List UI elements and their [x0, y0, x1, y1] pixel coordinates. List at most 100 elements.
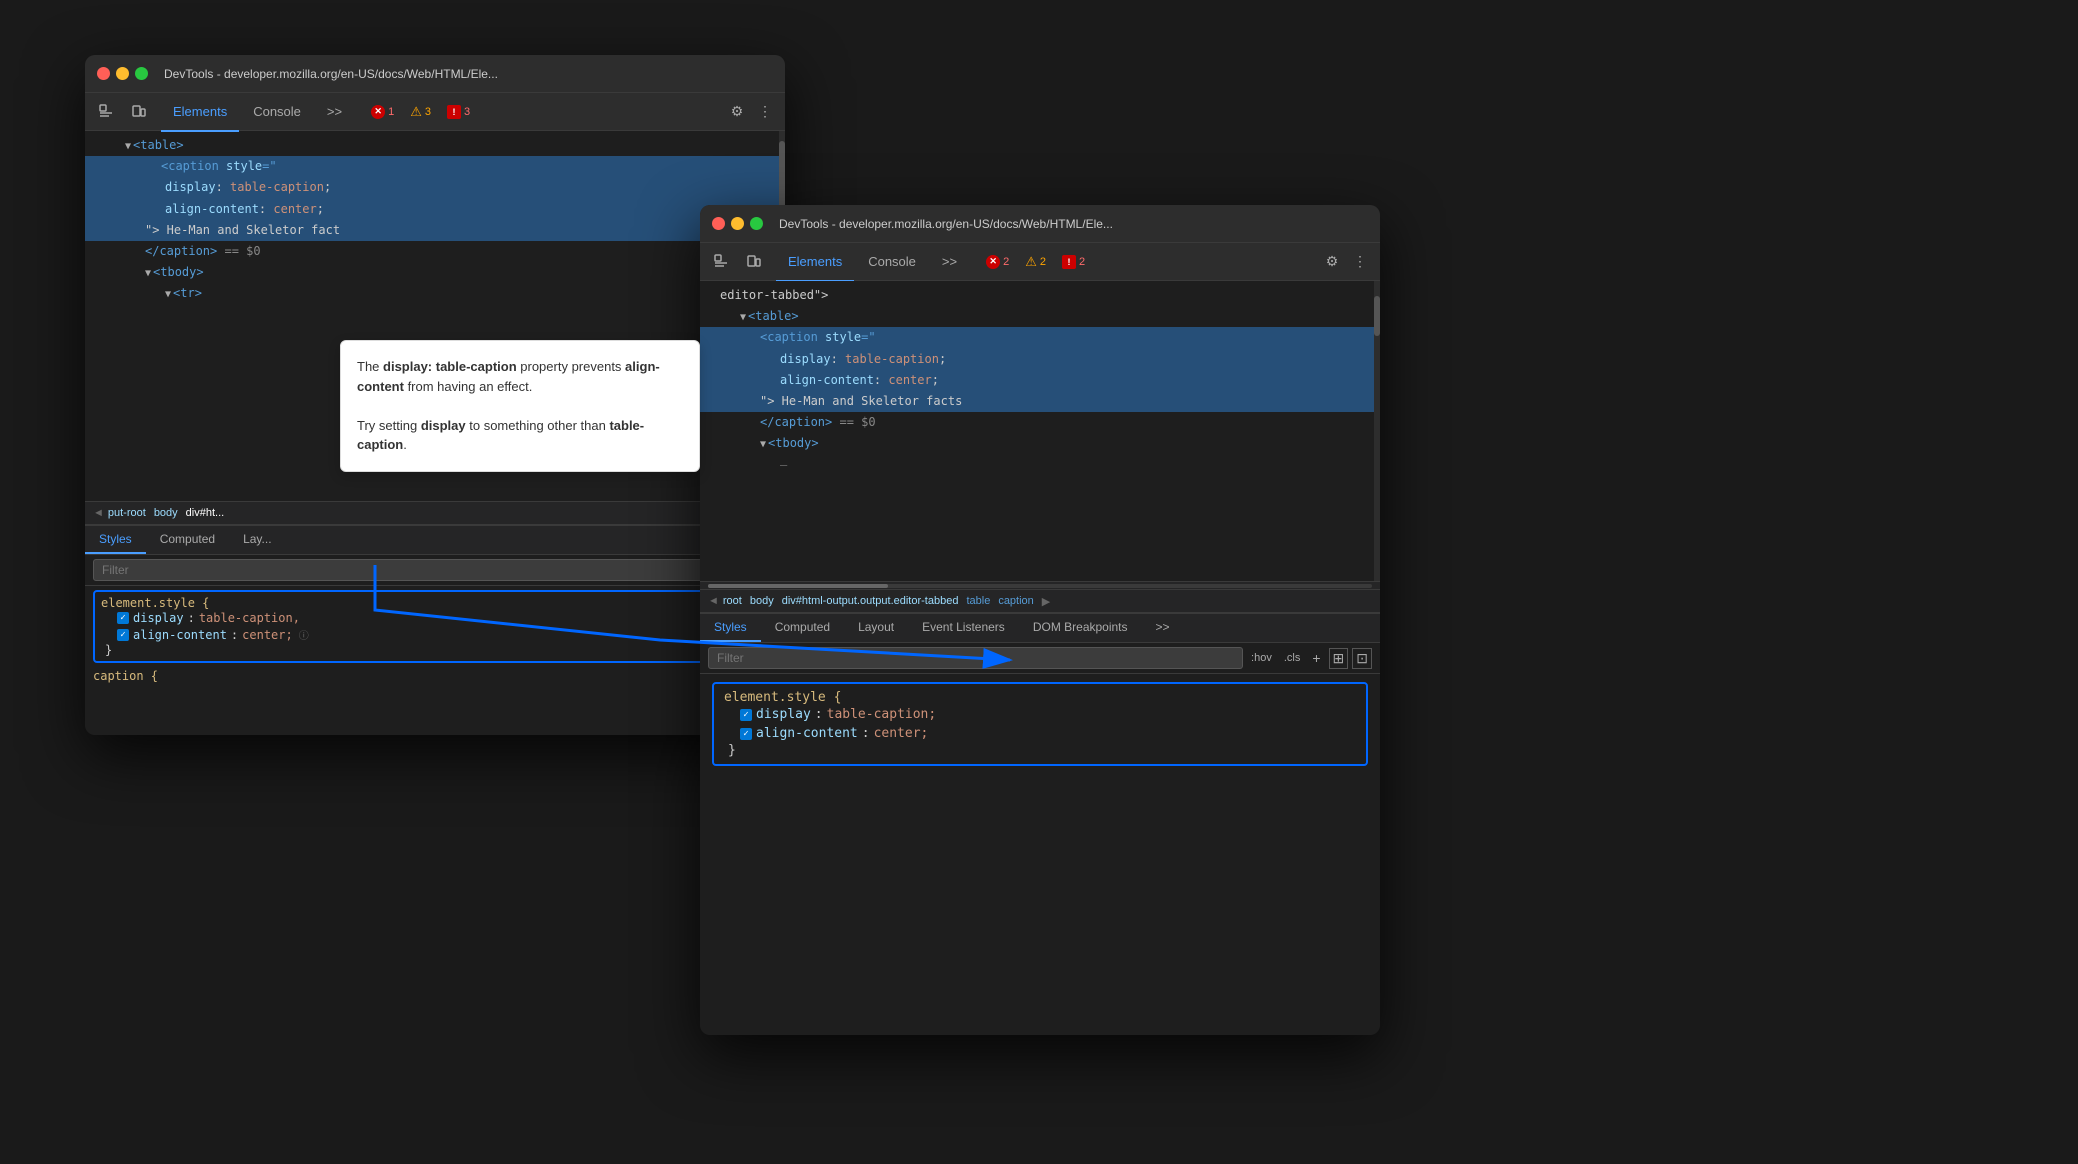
- warning-icon-2: ⚠: [1025, 254, 1037, 270]
- html-line-tr[interactable]: ▼<tr>: [85, 283, 785, 304]
- device-icon-2[interactable]: [740, 248, 768, 276]
- minimize-button-2[interactable]: [731, 217, 744, 230]
- scrollbar-thumb-2[interactable]: [1374, 296, 1380, 336]
- hov-button[interactable]: :hov: [1247, 650, 1276, 666]
- error-icon-1: ✕: [371, 105, 385, 119]
- html-line-caption-text-2[interactable]: "> He-Man and Skeletor facts: [700, 391, 1380, 412]
- html-line-caption-text[interactable]: "> He-Man and Skeletor fact: [85, 220, 785, 241]
- close-button-1[interactable]: [97, 67, 110, 80]
- hscroll-thumb[interactable]: [708, 584, 888, 588]
- css-property-line-align-1: align-content : center; ⓘ: [101, 626, 769, 643]
- breadcrumb-div-2[interactable]: div#html-output.output.editor-tabbed: [782, 595, 959, 607]
- css-checkbox-align-1[interactable]: [117, 629, 129, 641]
- tab-more-2[interactable]: >>: [930, 244, 969, 282]
- css-prop-display-2: display: [756, 707, 811, 722]
- html-line-align-2[interactable]: align-content: center;: [700, 370, 1380, 391]
- styles-section-2: Styles Computed Layout Event Listeners D…: [700, 613, 1380, 1035]
- tab-elements-1[interactable]: Elements: [161, 94, 239, 132]
- tooltip-text-2: Try setting display to something other t…: [357, 416, 683, 455]
- inspect-icon[interactable]: [93, 98, 121, 126]
- html-line-align[interactable]: align-content: center;: [85, 199, 785, 220]
- grid-icon-button[interactable]: ⊞: [1329, 648, 1349, 669]
- html-line-tbody[interactable]: ▼<tbody>: [85, 262, 785, 283]
- css-checkbox-align-2[interactable]: [740, 728, 752, 740]
- html-line-caption-open-2[interactable]: <caption style=": [700, 327, 1380, 348]
- maximize-button-2[interactable]: [750, 217, 763, 230]
- info-badge-2: ! 2: [1057, 253, 1090, 271]
- breadcrumb-root-2[interactable]: root: [723, 595, 742, 607]
- minimize-button-1[interactable]: [116, 67, 129, 80]
- html-line-tbody-2[interactable]: ▼<tbody>: [700, 433, 1380, 454]
- breadcrumb-body-1[interactable]: body: [154, 507, 178, 519]
- inspect-icon-2[interactable]: [708, 248, 736, 276]
- computed-icon-button[interactable]: ⊡: [1352, 648, 1372, 669]
- filter-input-1[interactable]: [93, 559, 777, 581]
- breadcrumb-table-2[interactable]: table: [966, 595, 990, 607]
- styles-tab-events-2[interactable]: Event Listeners: [908, 614, 1019, 642]
- filter-input-2[interactable]: [708, 647, 1243, 669]
- breadcrumb-forward-2[interactable]: ▶: [1042, 595, 1050, 608]
- css-checkbox-display-1[interactable]: [117, 612, 129, 624]
- html-line-caption-close-2[interactable]: </caption> == $0: [700, 412, 1380, 433]
- styles-tab-computed-2[interactable]: Computed: [761, 614, 844, 642]
- html-line-dash[interactable]: —: [700, 455, 1380, 476]
- css-val-align-2: center;: [874, 726, 929, 741]
- html-line-caption-close[interactable]: </caption> == $0: [85, 241, 785, 262]
- settings-button-1[interactable]: ⚙: [725, 100, 749, 124]
- css-rule-box-1: element.style { display : table-caption,…: [93, 590, 777, 663]
- tab-console-2[interactable]: Console: [856, 244, 928, 282]
- tab-console-1[interactable]: Console: [241, 94, 313, 132]
- html-line-table[interactable]: ▼<table>: [85, 135, 785, 156]
- close-button-2[interactable]: [712, 217, 725, 230]
- settings-button-2[interactable]: ⚙: [1320, 250, 1344, 274]
- window-title-2: DevTools - developer.mozilla.org/en-US/d…: [779, 217, 1113, 231]
- breadcrumb-put-root[interactable]: put-root: [108, 507, 146, 519]
- maximize-button-1[interactable]: [135, 67, 148, 80]
- styles-section-1: Styles Computed Lay... element.style { d…: [85, 525, 785, 735]
- css-prop-align-1: align-content: [133, 628, 227, 642]
- filter-bar-2: :hov .cls + ⊞ ⊡: [700, 643, 1380, 674]
- styles-tab-more-2[interactable]: >>: [1142, 614, 1184, 642]
- css-checkbox-display-2[interactable]: [740, 709, 752, 721]
- css-property-line-display-1: display : table-caption,: [101, 610, 769, 626]
- breadcrumb-div-1[interactable]: div#ht...: [186, 507, 225, 519]
- html-line-display-2[interactable]: display: table-caption;: [700, 349, 1380, 370]
- tab-more-1[interactable]: >>: [315, 94, 354, 132]
- more-button-2[interactable]: ⋮: [1348, 250, 1372, 274]
- styles-tab-computed-1[interactable]: Computed: [146, 526, 229, 554]
- toolbar-badges-1: ✕ 1 ⚠ 3 ! 3: [366, 102, 475, 122]
- more-button-1[interactable]: ⋮: [753, 100, 777, 124]
- add-rule-button[interactable]: +: [1308, 648, 1324, 668]
- styles-tab-styles-2[interactable]: Styles: [700, 614, 761, 642]
- tab-elements-2[interactable]: Elements: [776, 244, 854, 282]
- info-icon-2: !: [1062, 255, 1076, 269]
- caption-rule-1: caption {: [85, 667, 785, 685]
- styles-tab-styles-1[interactable]: Styles: [85, 526, 146, 554]
- html-line-display[interactable]: display: table-caption;: [85, 177, 785, 198]
- breadcrumb-back-1[interactable]: ◄: [93, 507, 104, 519]
- styles-tabs-2: Styles Computed Layout Event Listeners D…: [700, 614, 1380, 643]
- html-line-editor[interactable]: editor-tabbed">: [700, 285, 1380, 306]
- css-close-2: }: [724, 743, 1356, 758]
- tooltip-text-1: The display: table-caption property prev…: [357, 357, 683, 396]
- warning-icon-1: ⚠: [410, 104, 422, 120]
- breadcrumb-body-2[interactable]: body: [750, 595, 774, 607]
- titlebar-2: DevTools - developer.mozilla.org/en-US/d…: [700, 205, 1380, 243]
- styles-tab-layout-2[interactable]: Layout: [844, 614, 908, 642]
- css-selector-1: element.style {: [101, 596, 769, 610]
- info-circle-1[interactable]: ⓘ: [299, 627, 309, 642]
- cls-button[interactable]: .cls: [1280, 650, 1305, 666]
- css-close-1: }: [101, 643, 769, 657]
- breadcrumb-caption-2[interactable]: caption: [998, 595, 1033, 607]
- styles-tab-layout-1[interactable]: Lay...: [229, 526, 285, 554]
- breadcrumb-2: ◄ root body div#html-output.output.edito…: [700, 589, 1380, 613]
- html-line-table-2[interactable]: ▼<table>: [700, 306, 1380, 327]
- devtools-window-2: DevTools - developer.mozilla.org/en-US/d…: [700, 205, 1380, 1035]
- device-icon[interactable]: [125, 98, 153, 126]
- styles-tab-dom-2[interactable]: DOM Breakpoints: [1019, 614, 1142, 642]
- styles-tabs-1: Styles Computed Lay...: [85, 526, 785, 555]
- elements-panel-2[interactable]: editor-tabbed"> ▼<table> <caption style=…: [700, 281, 1380, 581]
- toolbar-badges-2: ✕ 2 ⚠ 2 ! 2: [981, 252, 1090, 272]
- html-line-caption-open[interactable]: <caption style=": [85, 156, 785, 177]
- breadcrumb-back-2[interactable]: ◄: [708, 595, 719, 607]
